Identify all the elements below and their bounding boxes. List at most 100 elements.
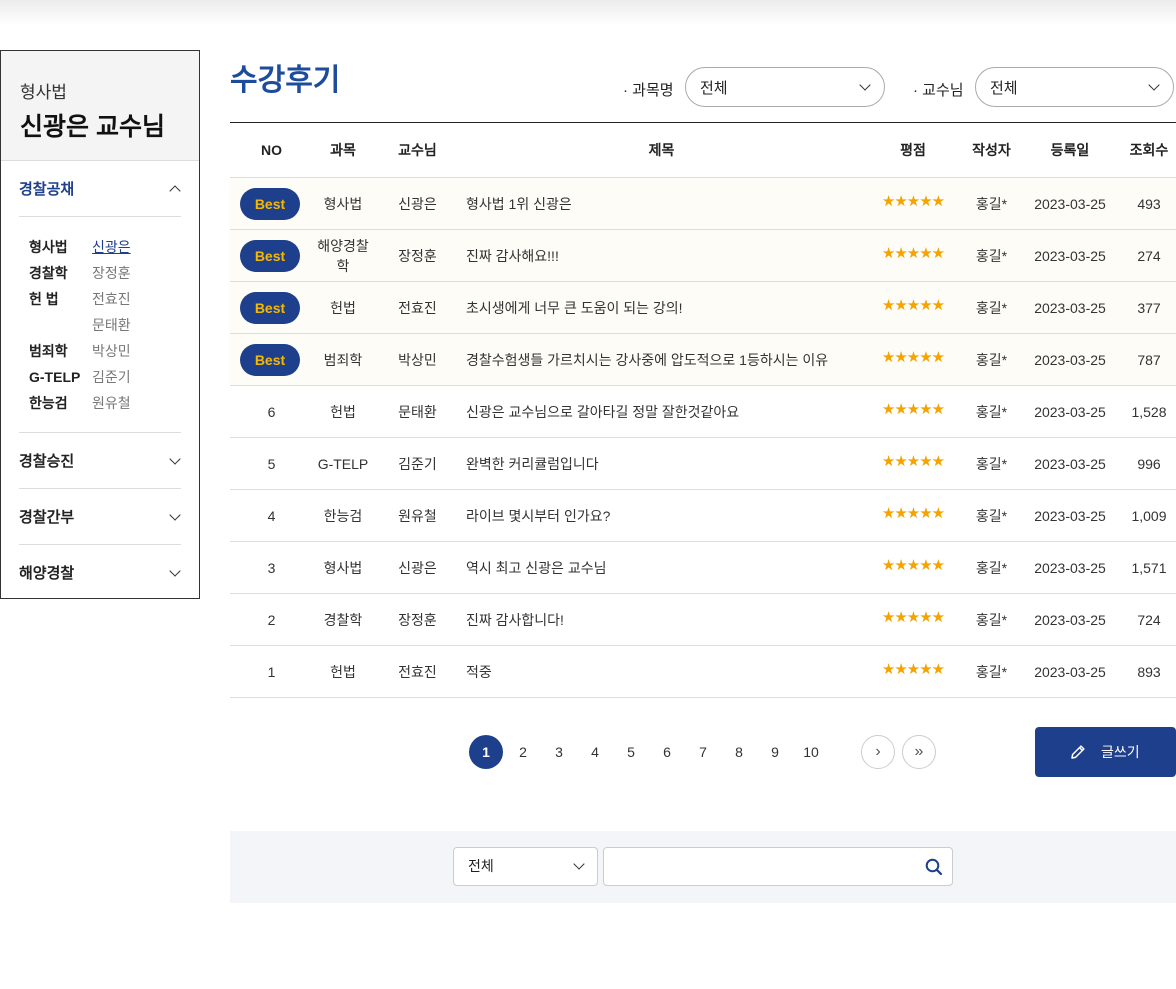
professor-link-jeon[interactable]: 전효진: [92, 289, 131, 309]
chevron-down-icon: [1148, 79, 1160, 91]
professor-item: 헌 법 전효진: [29, 286, 181, 312]
chevron-down-icon: [169, 508, 181, 521]
row-title-link[interactable]: 신광은 교수님으로 갈아타길 정말 잘한것같아요: [462, 402, 861, 422]
row-title-link[interactable]: 완벽한 커리큘럼입니다: [462, 454, 861, 474]
table-row[interactable]: Best 형사법 신광은 형사법 1위 신광은 ★★★★★ 홍길* 2023-03-25 49…: [230, 178, 1176, 230]
page-title: 수강후기: [230, 64, 341, 97]
row-professor: 신광은: [398, 195, 437, 212]
row-title-link[interactable]: 형사법 1위 신광은: [462, 194, 861, 214]
category-police-officer: 경찰간부: [19, 489, 181, 545]
professor-link-shin[interactable]: 신광은: [92, 237, 131, 257]
row-title-link[interactable]: 라이브 몇시부터 인가요?: [462, 506, 861, 526]
header-professor: 교수님: [398, 142, 437, 158]
row-subject: 한능검: [323, 507, 363, 524]
page-1-button[interactable]: 1: [469, 735, 503, 769]
row-date: 2023-03-25: [1034, 663, 1106, 680]
row-writer: 홍길*: [975, 455, 1008, 472]
professor-list: 형사법 신광은 경찰학 장정훈 헌 법 전효진 문태환 범죄학 박상민 G-TE…: [19, 216, 181, 432]
search-input[interactable]: [604, 848, 904, 885]
row-subject: 헌법: [330, 299, 356, 316]
row-rating: ★★★★★: [861, 504, 965, 525]
table-row[interactable]: 5 G-TELP 김준기 완벽한 커리큘럼입니다 ★★★★★ 홍길* 2023-03-25 9…: [230, 438, 1176, 490]
professor-subject: 헌 법: [29, 291, 59, 307]
header-no: NO: [261, 142, 282, 158]
write-button[interactable]: 글쓰기: [1035, 727, 1176, 777]
category-header-police-officer[interactable]: 경찰간부: [19, 489, 181, 544]
row-date: 2023-03-25: [1034, 403, 1106, 420]
table-row[interactable]: Best 헌법 전효진 초시생에게 너무 큰 도움이 되는 강의! ★★★★★ 홍길* 20…: [230, 282, 1176, 334]
row-title-link[interactable]: 진짜 감사해요!!!: [462, 246, 861, 266]
row-title-link[interactable]: 초시생에게 너무 큰 도움이 되는 강의!: [462, 298, 861, 318]
review-table: NO 과목 교수님 제목 평점 작성자 등록일 조회수 Best 형사법 신광은 형사…: [230, 122, 1176, 698]
row-date: 2023-03-25: [1034, 455, 1106, 472]
row-writer: 홍길*: [975, 351, 1008, 368]
row-writer: 홍길*: [975, 299, 1008, 316]
professor-item: G-TELP 김준기: [29, 364, 181, 390]
row-title-link[interactable]: 역시 최고 신광은 교수님: [462, 558, 861, 578]
professor-link-moon[interactable]: 문태환: [92, 315, 131, 335]
page-8-button[interactable]: 8: [721, 735, 757, 769]
page-10-button[interactable]: 10: [793, 735, 829, 769]
page-5-button[interactable]: 5: [613, 735, 649, 769]
professor-item: 문태환: [29, 312, 181, 338]
subject-select[interactable]: 전체: [685, 67, 885, 107]
table-row[interactable]: Best 해양경찰학 장정훈 진짜 감사해요!!! ★★★★★ 홍길* 2023-03-25…: [230, 230, 1176, 282]
row-writer: 홍길*: [975, 507, 1008, 524]
page-4-button[interactable]: 4: [577, 735, 613, 769]
double-chevron-right-icon[interactable]: »: [902, 735, 936, 769]
table-row[interactable]: Best 범죄학 박상민 경찰수험생들 가르치시는 강사중에 압도적으로 1등하시는 …: [230, 334, 1176, 386]
row-views: 493: [1137, 195, 1161, 212]
row-views: 1,528: [1131, 403, 1167, 420]
search-field: [603, 847, 953, 886]
table-row[interactable]: 1 헌법 전효진 적중 ★★★★★ 홍길* 2023-03-25 893: [230, 646, 1176, 698]
row-title-link[interactable]: 적중: [462, 662, 861, 682]
professor-link-won[interactable]: 원유철: [92, 393, 131, 413]
page-3-button[interactable]: 3: [541, 735, 577, 769]
row-no: 4: [267, 507, 276, 524]
star-rating-icon: ★★★★★: [881, 504, 945, 522]
row-date: 2023-03-25: [1034, 247, 1106, 264]
pagination: 1 2 3 4 5 6 7 8 9 10: [469, 735, 829, 769]
row-no: Best: [230, 291, 313, 324]
row-subject: 형사법: [323, 559, 363, 576]
row-professor: 문태환: [398, 403, 437, 420]
search-bar: 전체: [230, 831, 1176, 903]
table-row[interactable]: 6 헌법 문태환 신광은 교수님으로 갈아타길 정말 잘한것같아요 ★★★★★ 홍길* 20…: [230, 386, 1176, 438]
professor-select[interactable]: 전체: [975, 67, 1174, 107]
page-6-button[interactable]: 6: [649, 735, 685, 769]
row-views: 377: [1137, 299, 1161, 316]
professor-link-jang[interactable]: 장정훈: [92, 263, 131, 283]
table-row[interactable]: 2 경찰학 장정훈 진짜 감사합니다! ★★★★★ 홍길* 2023-03-25 724: [230, 594, 1176, 646]
professor-subject: 경찰학: [29, 265, 68, 281]
chevron-up-icon: [169, 184, 181, 197]
professor-subject: 형사법: [29, 239, 68, 255]
search-type-select[interactable]: 전체: [453, 847, 598, 886]
row-date: 2023-03-25: [1034, 351, 1106, 368]
category-header-coast-guard[interactable]: 해양경찰: [19, 545, 181, 600]
row-writer: 홍길*: [975, 559, 1008, 576]
row-writer: 홍길*: [975, 247, 1008, 264]
category-header-police-promotion[interactable]: 경찰승진: [19, 433, 181, 488]
star-rating-icon: ★★★★★: [881, 660, 945, 678]
header-rating: 평점: [900, 142, 926, 158]
category-header-police-recruit[interactable]: 경찰공채: [19, 161, 181, 216]
subject-select-value: 전체: [700, 79, 728, 97]
professor-link-park[interactable]: 박상민: [92, 341, 131, 361]
table-row[interactable]: 4 한능검 원유철 라이브 몇시부터 인가요? ★★★★★ 홍길* 2023-03-25 1,…: [230, 490, 1176, 542]
page-9-button[interactable]: 9: [757, 735, 793, 769]
professor-link-kim[interactable]: 김준기: [92, 367, 131, 387]
row-title-link[interactable]: 진짜 감사합니다!: [462, 610, 861, 630]
chevron-right-icon[interactable]: ›: [861, 735, 895, 769]
row-writer: 홍길*: [975, 195, 1008, 212]
sidebar-subject: 형사법: [20, 83, 67, 102]
row-professor: 장정훈: [398, 611, 437, 628]
row-title-link[interactable]: 경찰수험생들 가르치시는 강사중에 압도적으로 1등하시는 이유: [462, 350, 861, 370]
chevron-down-icon: [859, 79, 871, 91]
page-7-button[interactable]: 7: [685, 735, 721, 769]
row-professor: 전효진: [398, 299, 437, 316]
search-icon[interactable]: [924, 857, 944, 877]
page-2-button[interactable]: 2: [505, 735, 541, 769]
table-row[interactable]: 3 형사법 신광은 역시 최고 신광은 교수님 ★★★★★ 홍길* 2023-03-25 1,…: [230, 542, 1176, 594]
star-rating-icon: ★★★★★: [881, 296, 945, 314]
row-views: 787: [1137, 351, 1161, 368]
